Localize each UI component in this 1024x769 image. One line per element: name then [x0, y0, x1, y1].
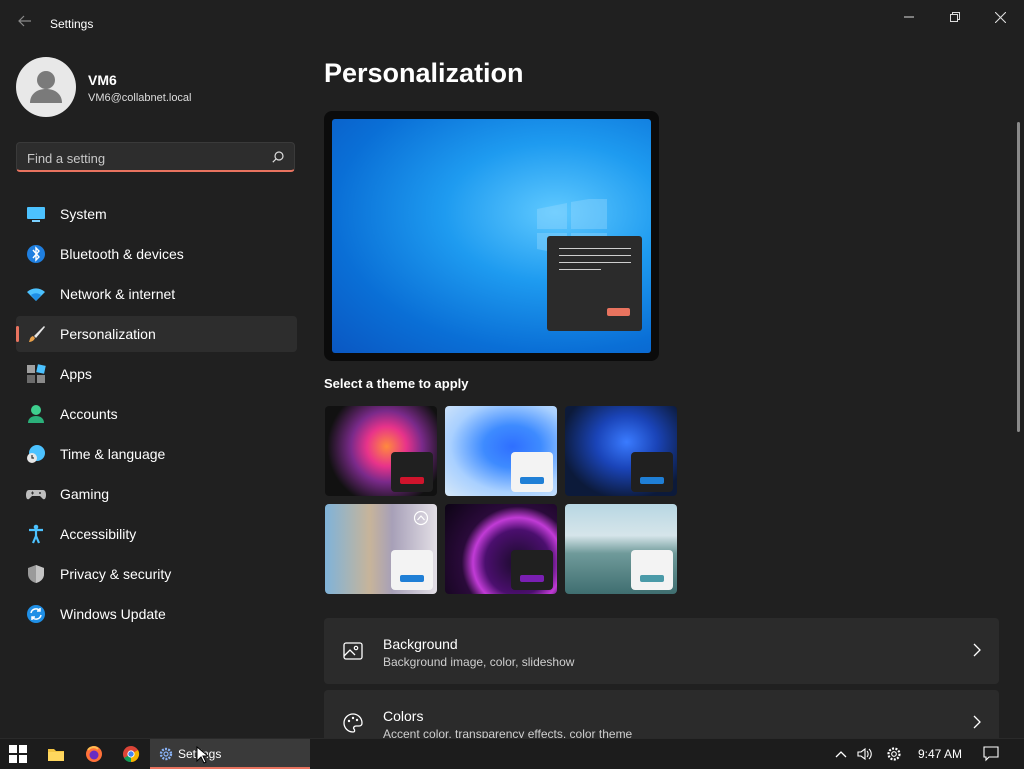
sidebar-nav: System Bluetooth & devices Network & int…: [16, 196, 297, 636]
wifi-icon: [27, 288, 45, 301]
search-icon: [272, 151, 284, 163]
sidebar-item-accounts[interactable]: Accounts: [16, 396, 297, 432]
sidebar-item-label: Accounts: [60, 406, 118, 422]
sidebar-item-label: Privacy & security: [60, 566, 172, 582]
theme-option[interactable]: [445, 406, 557, 496]
sidebar-item-personalization[interactable]: Personalization: [16, 316, 297, 352]
image-icon: [343, 642, 363, 660]
settings-gear-tray-icon[interactable]: [886, 746, 902, 762]
restore-button[interactable]: [933, 4, 977, 30]
theme-option[interactable]: [325, 406, 437, 496]
chevron-right-icon: [973, 643, 981, 657]
theme-option[interactable]: [565, 406, 677, 496]
window-title: Settings: [50, 17, 94, 31]
theme-preview: [324, 111, 659, 361]
sidebar-item-gaming[interactable]: Gaming: [16, 476, 297, 512]
sidebar-item-label: Accessibility: [60, 526, 137, 542]
user-avatar-icon: [30, 71, 62, 103]
main-content: Personalization Select a theme to apply: [308, 48, 1008, 738]
page-title: Personalization: [324, 58, 524, 88]
accessibility-icon: [29, 524, 43, 544]
user-profile[interactable]: VM6 VM6@collabnet.local: [16, 57, 296, 119]
shield-icon: [28, 565, 44, 583]
windows-start-icon[interactable]: [9, 745, 27, 763]
show-hidden-icons-chevron-icon[interactable]: [834, 747, 848, 761]
update-icon: [27, 605, 45, 623]
chevron-right-icon: [973, 715, 981, 729]
theme-option[interactable]: [445, 504, 557, 594]
close-icon: [994, 11, 1006, 23]
sidebar-item-apps[interactable]: Apps: [16, 356, 297, 392]
taskbar-settings-app[interactable]: Settings: [150, 739, 310, 769]
theme-option[interactable]: [565, 504, 677, 594]
card-subtitle: Background image, color, slideshow: [383, 655, 575, 669]
sidebar-item-bluetooth[interactable]: Bluetooth & devices: [16, 236, 297, 272]
sidebar-item-system[interactable]: System: [16, 196, 297, 232]
sidebar-item-time-language[interactable]: Time & language: [16, 436, 297, 472]
search-input[interactable]: [17, 143, 269, 173]
sidebar-item-label: Apps: [60, 366, 92, 382]
bluetooth-icon: [27, 245, 45, 263]
firefox-icon[interactable]: [85, 745, 103, 763]
clock-globe-icon: [27, 445, 45, 463]
theme-option[interactable]: [325, 504, 437, 594]
gamepad-icon: [26, 490, 46, 500]
sidebar-item-label: Personalization: [60, 326, 156, 342]
user-email: VM6@collabnet.local: [88, 92, 192, 104]
sidebar-item-label: Bluetooth & devices: [60, 246, 184, 262]
brush-icon: [29, 326, 45, 342]
file-explorer-icon[interactable]: [47, 745, 65, 763]
minimize-button[interactable]: [887, 4, 931, 30]
desktop-preview-image: [332, 119, 651, 353]
vertical-scrollbar[interactable]: [1017, 122, 1020, 432]
palette-icon: [343, 713, 363, 733]
avatar: [16, 57, 76, 117]
apps-icon: [27, 364, 46, 383]
colors-settings-card[interactable]: Colors Accent color, transparency effect…: [324, 690, 999, 738]
restore-icon: [950, 12, 960, 22]
back-arrow-icon: [18, 15, 31, 27]
sidebar-item-label: Gaming: [60, 486, 110, 502]
volume-icon[interactable]: [856, 746, 872, 762]
sidebar-item-label: Time & language: [60, 446, 166, 462]
account-icon: [28, 405, 44, 423]
sidebar-item-label: Windows Update: [60, 606, 166, 622]
card-title: Background: [383, 636, 458, 652]
sidebar-item-windows-update[interactable]: Windows Update: [16, 596, 297, 632]
taskbar: Settings 9:47 AM: [0, 738, 1024, 769]
system-icon: [27, 207, 45, 222]
card-title: Colors: [383, 708, 424, 724]
chrome-icon[interactable]: [122, 745, 140, 763]
title-bar: Settings: [0, 0, 1024, 48]
taskbar-clock[interactable]: 9:47 AM: [918, 747, 962, 761]
gear-icon: [159, 747, 173, 761]
user-name: VM6: [88, 72, 117, 88]
notification-center-icon[interactable]: [983, 746, 999, 762]
close-button[interactable]: [978, 4, 1022, 30]
search-box[interactable]: [16, 142, 295, 173]
sidebar-item-privacy-security[interactable]: Privacy & security: [16, 556, 297, 592]
sidebar-item-label: System: [60, 206, 107, 222]
mouse-cursor-icon: [196, 746, 208, 764]
preview-window: [547, 236, 642, 331]
back-button[interactable]: [14, 14, 36, 34]
card-subtitle: Accent color, transparency effects, colo…: [383, 727, 633, 738]
minimize-icon: [904, 16, 914, 18]
sidebar-item-accessibility[interactable]: Accessibility: [16, 516, 297, 552]
background-settings-card[interactable]: Background Background image, color, slid…: [324, 618, 999, 684]
sidebar-item-network[interactable]: Network & internet: [16, 276, 297, 312]
themes-heading: Select a theme to apply: [324, 376, 469, 391]
focus-badge-icon: [413, 510, 429, 526]
sidebar-item-label: Network & internet: [60, 286, 176, 302]
